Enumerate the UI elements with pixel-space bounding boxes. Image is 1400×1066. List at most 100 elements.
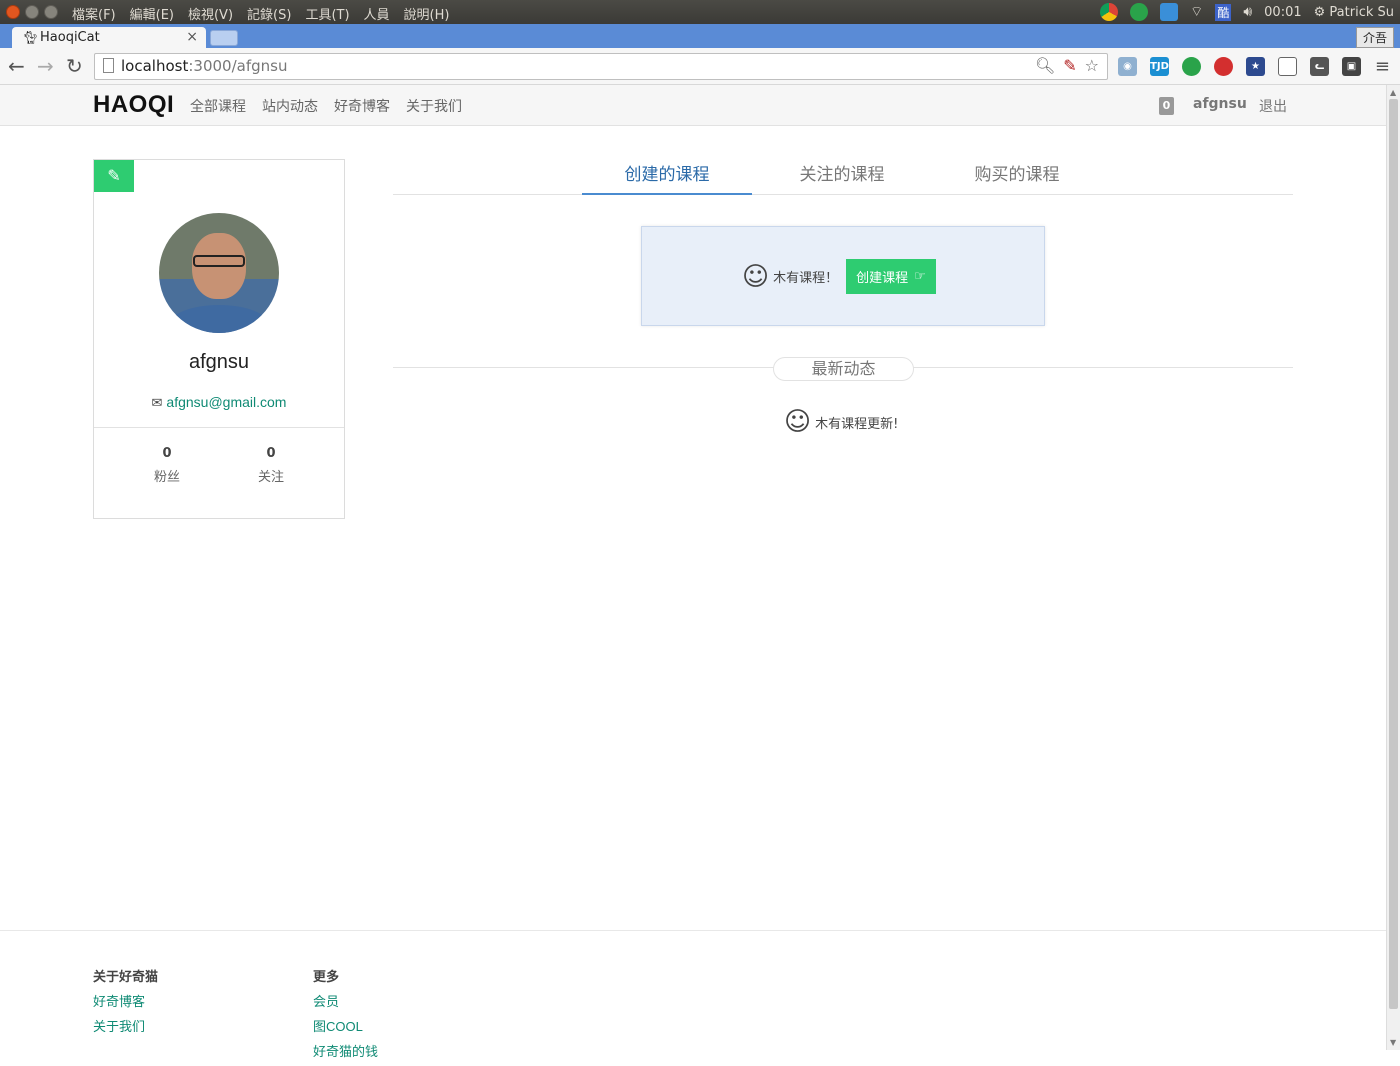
profile-email[interactable]: ✉ afgnsu@gmail.com: [94, 394, 344, 411]
new-tab-button[interactable]: [210, 30, 238, 46]
profile-name: afgnsu: [188, 351, 250, 373]
messenger-icon[interactable]: [1160, 3, 1179, 21]
fans-count: 0: [162, 446, 172, 461]
site-header: HAOQI 全部课程 站内动态 好奇博客 关于我们 0 afgnsu 退出: [0, 85, 1386, 126]
nav-all-courses[interactable]: 全部课程: [190, 96, 246, 116]
logout-link[interactable]: 退出: [1259, 96, 1287, 116]
smile-icon: ☺: [742, 261, 770, 292]
tjd-icon[interactable]: TJD: [1150, 57, 1169, 76]
gear-icon: ⚙: [1313, 4, 1326, 20]
fans-stat[interactable]: 0 粉丝: [127, 446, 207, 485]
cat-ext-icon[interactable]: ᓚ: [1310, 57, 1329, 76]
cat-favicon-icon: 🐈︎: [22, 31, 39, 46]
nav-activity[interactable]: 站内动态: [262, 96, 318, 116]
star-icon[interactable]: ☆: [1085, 56, 1099, 75]
empty-courses-text: 木有课程！: [773, 271, 839, 286]
window-close-button[interactable]: [6, 5, 20, 19]
forward-arrow-icon[interactable]: →: [37, 54, 54, 78]
tab-purchased-courses[interactable]: 购买的课程: [932, 155, 1102, 195]
menu-help[interactable]: 說明(H): [404, 4, 450, 23]
header-username[interactable]: afgnsu: [1193, 96, 1247, 112]
menu-history[interactable]: 記錄(S): [247, 4, 291, 23]
camera-icon[interactable]: ◉: [1118, 57, 1137, 76]
session-user[interactable]: ⚙ Patrick Su: [1314, 5, 1394, 20]
app-menu-bar: 檔案(F) 編輯(E) 檢視(V) 記錄(S) 工具(T) 人員 說明(H): [72, 4, 449, 23]
chrome-icon[interactable]: [1100, 3, 1119, 21]
following-stat[interactable]: 0 关注: [231, 446, 311, 485]
course-tabs: 创建的课程 关注的课程 购买的课程: [393, 155, 1293, 195]
scroll-up-icon[interactable]: ▲: [1390, 88, 1396, 97]
footer-link-tucool[interactable]: 图COOL: [313, 1016, 378, 1035]
fans-label: 粉丝: [153, 470, 180, 485]
news-empty-row: ☺ 木有课程更新!: [784, 407, 902, 437]
menu-file[interactable]: 檔案(F): [72, 4, 116, 23]
avatar: [159, 213, 279, 333]
footer-link-money[interactable]: 好奇猫的钱: [313, 1041, 378, 1060]
window-maximize-button[interactable]: [44, 5, 58, 19]
scroll-thumb[interactable]: [1389, 99, 1398, 1009]
system-tray: ⌔ 酷 🔊︎ 00:01 ⚙ Patrick Su: [1100, 3, 1394, 21]
volume-icon[interactable]: 🔊︎: [1243, 4, 1252, 20]
scroll-down-icon[interactable]: ▼: [1390, 1038, 1396, 1047]
thumbs-up-icon: ☞: [914, 269, 926, 284]
wifi-icon[interactable]: ⌔: [1190, 3, 1203, 21]
site-footer: 关于好奇猫 好奇博客 关于我们 更多 会员 图COOL 好奇猫的钱: [0, 930, 1386, 1059]
menu-view[interactable]: 檢視(V): [188, 4, 233, 23]
nav-blog[interactable]: 好奇博客: [334, 96, 390, 116]
bookmark-star-icon[interactable]: ★: [1246, 57, 1265, 76]
os-top-bar: 檔案(F) 編輯(E) 檢視(V) 記錄(S) 工具(T) 人員 說明(H) ⌔…: [0, 0, 1400, 24]
tab-title: HaoqiCat: [40, 30, 100, 45]
nav-about[interactable]: 关于我们: [406, 96, 462, 116]
footer-col-about: 关于好奇猫 好奇博客 关于我们: [93, 966, 158, 1041]
notification-badge[interactable]: 0: [1159, 97, 1174, 115]
footer-link-about[interactable]: 关于我们: [93, 1016, 158, 1035]
extension-icon[interactable]: ✎: [1063, 56, 1076, 75]
footer-link-blog[interactable]: 好奇博客: [93, 991, 158, 1010]
browser-tab[interactable]: 🐈︎ HaoqiCat ×: [12, 27, 206, 48]
site-nav: 全部课程 站内动态 好奇博客 关于我们: [190, 96, 462, 116]
create-course-button[interactable]: 创建课程 ☞: [846, 259, 936, 294]
footer-about-title: 关于好奇猫: [93, 970, 159, 985]
clipboard-icon[interactable]: ▣: [1342, 57, 1361, 76]
following-label: 关注: [257, 470, 284, 485]
news-title: 最新动态: [773, 357, 914, 381]
envelope-icon: ✉: [151, 395, 163, 410]
browser-toolbar: ← → ↻ localhost:3000/afgnsu 🔍︎ ✎ ☆ ◉ TJD…: [0, 48, 1400, 85]
footer-link-membership[interactable]: 会员: [313, 991, 378, 1010]
pencil-icon: ✎: [107, 166, 121, 185]
tab-close-icon[interactable]: ×: [186, 29, 198, 45]
session-user-name: Patrick Su: [1329, 4, 1394, 20]
menu-people[interactable]: 人員: [364, 4, 390, 23]
profile-card: ✎ afgnsu ✉ afgnsu@gmail.com 0 粉丝 0 关注: [93, 159, 345, 519]
browser-tab-strip: 🐈︎ HaoqiCat × 介吾: [0, 24, 1400, 48]
hamburger-menu-icon[interactable]: ≡: [1375, 56, 1390, 77]
reload-icon[interactable]: ↻: [66, 54, 83, 78]
page-icon: [103, 58, 114, 73]
page-scrollbar[interactable]: ▲ ▼: [1386, 85, 1400, 1050]
site-logo[interactable]: HAOQI: [93, 91, 174, 119]
footer-more-title: 更多: [313, 970, 340, 985]
evernote-ext-icon[interactable]: [1182, 57, 1201, 76]
window-minimize-button[interactable]: [25, 5, 39, 19]
menu-tools[interactable]: 工具(T): [305, 4, 349, 23]
zoom-icon[interactable]: 🔍︎: [1035, 56, 1055, 75]
tab-created-courses[interactable]: 创建的课程: [582, 155, 752, 195]
avatar-glasses: [193, 255, 245, 267]
address-bar[interactable]: localhost:3000/afgnsu 🔍︎ ✎ ☆: [94, 53, 1108, 80]
tab-followed-courses[interactable]: 关注的课程: [757, 155, 927, 195]
url-host: localhost: [121, 57, 189, 75]
evernote-icon[interactable]: [1130, 3, 1149, 21]
edit-profile-button[interactable]: ✎: [94, 160, 134, 192]
card-divider: [94, 427, 344, 428]
record-icon[interactable]: [1214, 57, 1233, 76]
menu-edit[interactable]: 編輯(E): [130, 4, 174, 23]
profile-switcher[interactable]: 介吾: [1355, 27, 1394, 48]
following-count: 0: [266, 446, 276, 461]
ime-indicator[interactable]: 酷: [1215, 3, 1232, 21]
footer-col-more: 更多 会员 图COOL 好奇猫的钱: [313, 966, 378, 1066]
back-arrow-icon[interactable]: ←: [8, 54, 25, 78]
omnibox-actions: 🔍︎ ✎ ☆: [1035, 56, 1099, 75]
cast-icon[interactable]: [1278, 57, 1297, 76]
clock[interactable]: 00:01: [1264, 5, 1301, 20]
empty-courses-row: ☺ 木有课程！ 创建课程 ☞: [742, 259, 936, 294]
